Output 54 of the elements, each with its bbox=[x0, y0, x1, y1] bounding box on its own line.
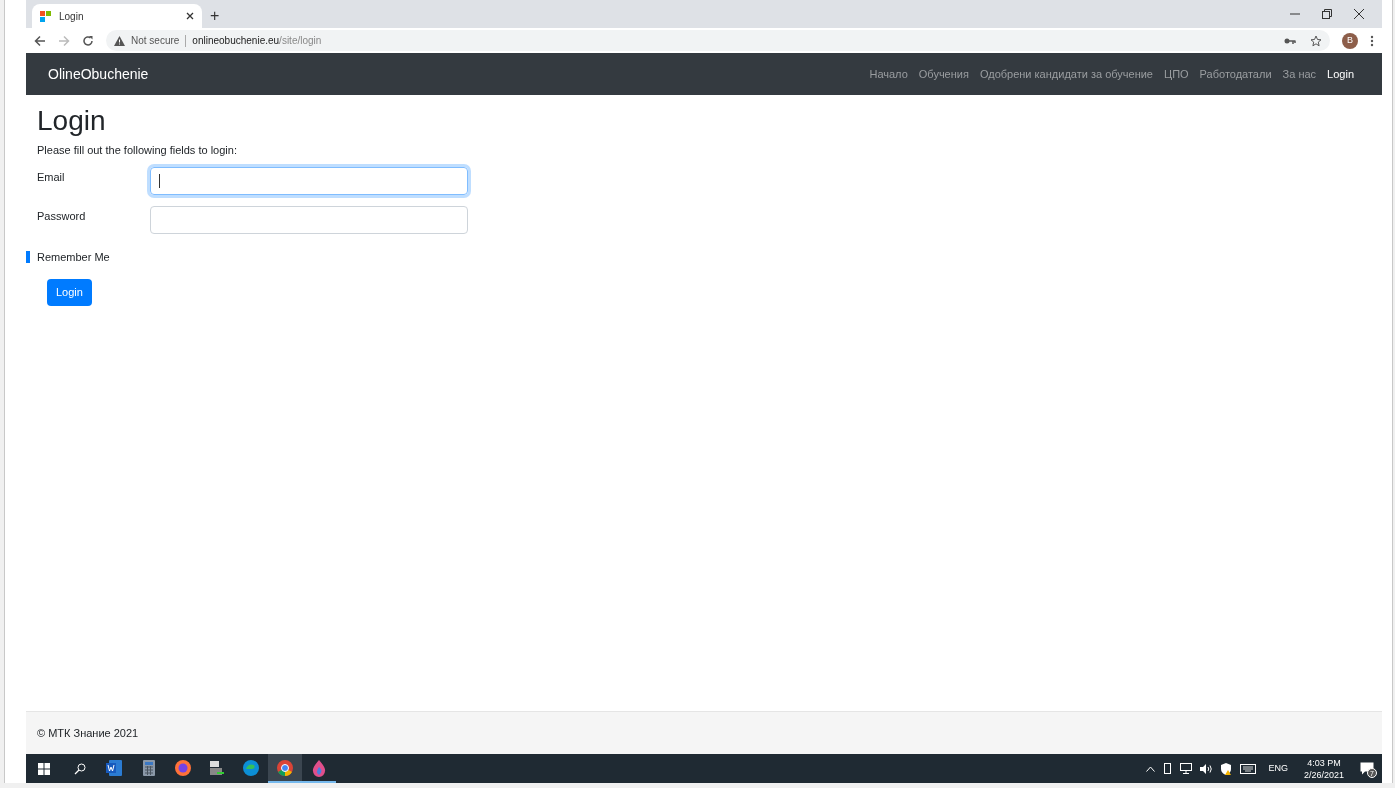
field-label: Email bbox=[37, 169, 66, 185]
login-button[interactable]: Login bbox=[47, 279, 92, 306]
browser-tab[interactable]: Login bbox=[32, 4, 202, 28]
keyboard-icon[interactable] bbox=[1240, 763, 1257, 774]
file-manager-icon bbox=[208, 758, 226, 777]
clock-time[interactable]: 4:03 PM bbox=[1307, 756, 1341, 769]
clock-date[interactable]: 2/26/2021 bbox=[1303, 768, 1344, 781]
language-indicator[interactable]: ENG bbox=[1268, 761, 1288, 776]
star-icon[interactable] bbox=[1310, 34, 1322, 47]
address-bar[interactable]: Not secure onlineobuchenie.eu/site/login bbox=[106, 30, 1330, 51]
tab-title: Login bbox=[59, 9, 85, 24]
intro-text: Please fill out the following fields to login: bbox=[37, 143, 238, 158]
input-field[interactable] bbox=[150, 166, 468, 195]
nav-link[interactable]: ЦПО bbox=[1164, 65, 1189, 83]
menu-icon[interactable] bbox=[1370, 34, 1374, 47]
network-icon[interactable] bbox=[1180, 763, 1193, 774]
nav-link[interactable]: Login bbox=[1327, 65, 1354, 83]
close-icon[interactable] bbox=[186, 12, 194, 20]
speaker-icon[interactable] bbox=[1200, 763, 1213, 774]
checkbox-marker[interactable] bbox=[26, 250, 30, 263]
fox-browser-icon bbox=[174, 758, 192, 777]
back-icon[interactable] bbox=[34, 34, 46, 47]
chevron-up-icon[interactable] bbox=[1146, 765, 1156, 772]
new-tab-button[interactable]: + bbox=[210, 8, 220, 24]
round-browser-icon bbox=[276, 758, 294, 777]
profile-avatar[interactable]: B bbox=[1342, 32, 1358, 49]
nav-link[interactable]: За нас bbox=[1282, 65, 1317, 83]
restore-icon[interactable] bbox=[1322, 9, 1332, 19]
field-label: Password bbox=[37, 208, 87, 224]
taskbar-app-button[interactable] bbox=[268, 754, 302, 783]
nav-link[interactable]: Работодатали bbox=[1199, 65, 1272, 83]
calculator-icon bbox=[140, 758, 158, 777]
favicon-icon bbox=[40, 10, 51, 22]
device-icon[interactable] bbox=[1163, 763, 1173, 774]
security-label: Not secure bbox=[131, 34, 180, 48]
document-app-icon bbox=[106, 758, 124, 777]
droplet-icon bbox=[310, 758, 328, 777]
close-icon[interactable] bbox=[1354, 9, 1364, 19]
shield-icon[interactable] bbox=[1220, 762, 1233, 775]
key-icon[interactable] bbox=[1284, 36, 1296, 45]
warning-icon bbox=[114, 35, 125, 46]
nav-link[interactable]: Начало bbox=[869, 65, 908, 83]
input-field[interactable] bbox=[150, 205, 468, 234]
windows-start-icon[interactable] bbox=[38, 762, 50, 775]
url-text: onlineobuchenie.eu/site/login bbox=[192, 34, 322, 48]
page-heading: Login bbox=[37, 104, 107, 138]
nav-link[interactable]: Одобрени кандидати за обучение bbox=[979, 65, 1153, 83]
brand-link[interactable]: OlineObuchenie bbox=[48, 63, 149, 85]
wave-browser-icon bbox=[242, 758, 260, 777]
reload-icon[interactable] bbox=[82, 34, 94, 47]
search-icon[interactable] bbox=[74, 762, 86, 775]
nav-link[interactable]: Обучения bbox=[918, 65, 969, 83]
footer-text: © МТК Знание 2021 bbox=[37, 725, 139, 741]
remember-me-label[interactable]: Remember Me bbox=[37, 248, 110, 265]
